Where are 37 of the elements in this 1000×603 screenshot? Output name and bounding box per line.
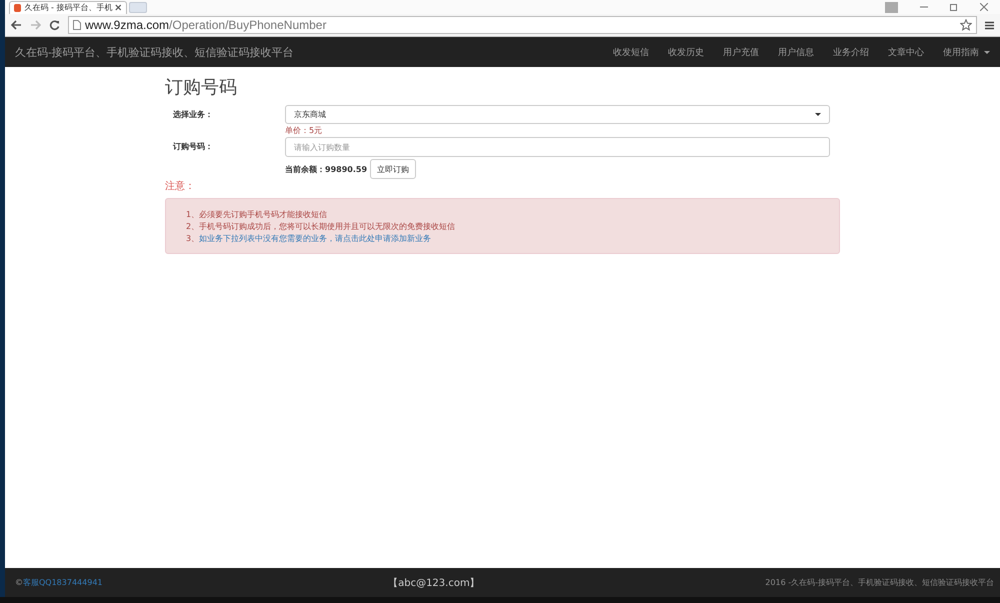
balance-text: 当前余额：99890.59	[285, 164, 368, 174]
browser-tab[interactable]: 久在码 - 接码平台、手机	[9, 0, 127, 14]
field-label: 选择业务：	[172, 109, 214, 121]
nav-link[interactable]: 收发历史	[668, 46, 704, 58]
tab-title: 久在码 - 接码平台、手机	[24, 2, 112, 13]
close-icon[interactable]	[115, 4, 122, 11]
nav-link[interactable]: 使用指南	[943, 46, 990, 58]
reload-icon[interactable]	[49, 20, 60, 30]
nav-link[interactable]: 业务介绍	[833, 46, 869, 58]
service-dropdown[interactable]: 京东商城	[285, 105, 830, 124]
nav-link[interactable]: 收发短信	[613, 46, 649, 58]
field-label: 订购号码：	[172, 141, 214, 153]
add-service-link[interactable]: 如业务下拉列表中没有您需要的业务，请点击此处申请添加新业务	[199, 234, 432, 243]
notice-heading: 注意：	[165, 180, 196, 193]
address-field[interactable]: www.9zma.com/Operation/BuyPhoneNumber	[68, 16, 977, 34]
footer-tagline: 2016 -久在码-接码平台、手机验证码接收、短信验证码接收平台	[765, 577, 994, 588]
price-text: 单价：5元	[285, 125, 324, 136]
back-icon[interactable]	[11, 20, 22, 30]
notice-item: 1、必须要先订购手机号码才能接收短信	[186, 209, 328, 221]
star-icon[interactable]	[960, 19, 972, 31]
page-icon	[73, 20, 81, 30]
site-icon	[14, 4, 22, 12]
site-title[interactable]: 久在码-接码平台、手机验证码接收、短信验证码接收平台	[15, 44, 294, 60]
order-button[interactable]: 立即订购	[370, 159, 416, 179]
notice-item: 3、如业务下拉列表中没有您需要的业务，请点击此处申请添加新业务	[186, 233, 432, 245]
copyright-text: ©客服QQ1837444941	[15, 577, 102, 588]
restore-icon[interactable]	[950, 3, 958, 11]
nav-link[interactable]: 文章中心	[888, 46, 924, 58]
page-title: 订购号码	[165, 76, 238, 99]
contact-link[interactable]: 客服QQ1837444941	[23, 578, 102, 587]
close-icon[interactable]	[980, 3, 988, 11]
nav-link[interactable]: 用户充值	[723, 46, 759, 58]
email-text: 【abc@123.com】	[388, 576, 480, 590]
notice-item: 2、手机号码订购成功后，您将可以长期使用并且可以无限次的免费接收短信	[186, 221, 456, 233]
menu-icon[interactable]	[985, 20, 994, 30]
quantity-field[interactable]: 请输入订购数量	[285, 137, 830, 157]
nav-link[interactable]: 用户信息	[778, 46, 814, 58]
